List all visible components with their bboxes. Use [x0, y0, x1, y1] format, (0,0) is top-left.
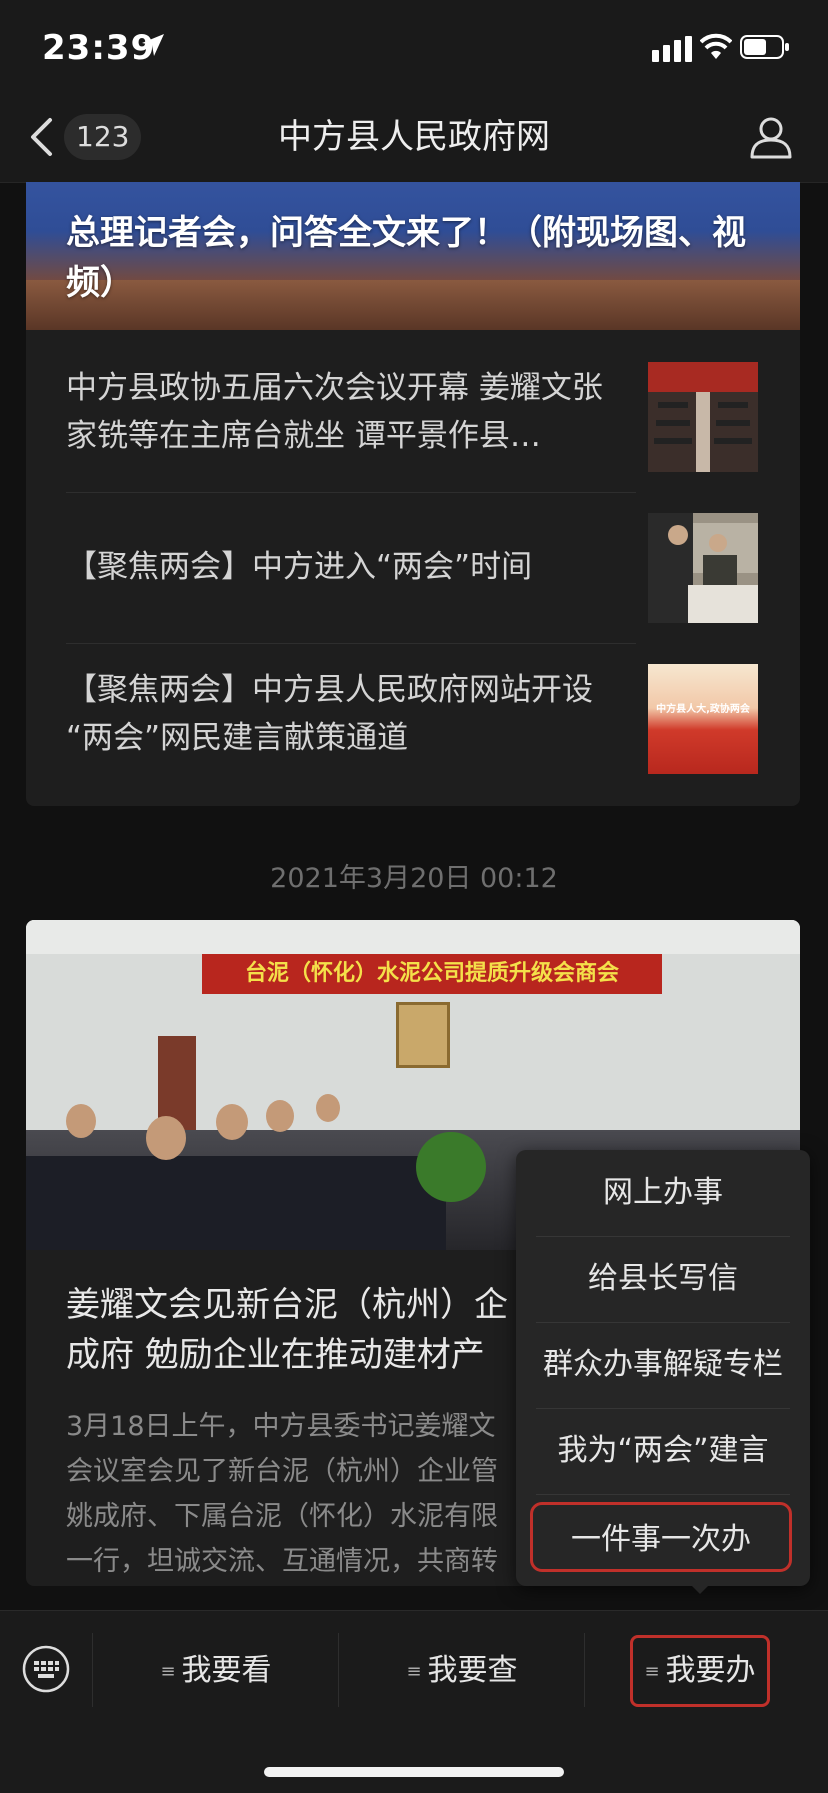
tab-label: 我要办: [665, 1653, 756, 1688]
tab-label: 我要查: [427, 1653, 518, 1688]
tab-divider: [338, 1633, 339, 1707]
user-profile-icon[interactable]: [748, 114, 794, 160]
status-time: 23:39: [42, 28, 156, 68]
tab-divider: [92, 1633, 93, 1707]
menu-lines-icon: ≡: [406, 1660, 422, 1682]
popup-arrow: [690, 1584, 710, 1594]
news-item-title: 【聚焦两会】中方进入“两会”时间: [66, 549, 533, 585]
popup-menu: 网上办事 给县长写信 群众办事解疑专栏 我为“两会”建言 一件事一次办: [516, 1150, 810, 1586]
plant: [416, 1132, 486, 1202]
tab-label: 我要看: [181, 1653, 272, 1688]
news-thumbnail: [648, 362, 758, 472]
tab-services[interactable]: ≡ 我要办: [630, 1635, 770, 1707]
keyboard-toggle-icon[interactable]: [22, 1645, 70, 1693]
news-item[interactable]: 【聚焦两会】中方进入“两会”时间: [26, 493, 800, 643]
meeting-banner: 台泥（怀化）水泥公司提质升级会商会: [202, 954, 662, 994]
menu-item-one-stop-service[interactable]: 一件事一次办: [530, 1502, 792, 1572]
news-item[interactable]: 【聚焦两会】中方县人民政府网站开设 “两会”网民建言献策通道 中方县人大,政协两…: [26, 644, 800, 794]
wifi-icon: [700, 33, 732, 59]
menu-item-suggestions[interactable]: 我为“两会”建言: [516, 1408, 810, 1494]
home-indicator[interactable]: [264, 1767, 564, 1777]
bottom-menu-bar: ≡ 我要看 ≡ 我要查 ≡ 我要办: [0, 1610, 828, 1793]
news-card: 总理记者会，问答全文来了！（附现场图、视频） 中方县政协五届六次会议开幕 姜耀文…: [26, 182, 800, 806]
news-item-title: 【聚焦两会】中方县人民政府网站开设 “两会”网民建言献策通道: [66, 672, 593, 756]
location-arrow-icon: [142, 34, 164, 56]
news-item[interactable]: 中方县政协五届六次会议开幕 姜耀文张家铣等在主席台就坐 谭平景作县…: [26, 342, 800, 492]
status-bar: 23:39: [0, 0, 828, 92]
hero-title[interactable]: 总理记者会，问答全文来了！（附现场图、视频）: [66, 208, 766, 308]
news-thumbnail: 中方县人大,政协两会: [648, 664, 758, 774]
battery-icon: [740, 35, 789, 59]
portrait-frame: [396, 1002, 450, 1068]
thumbnail-caption: 中方县人大,政协两会: [656, 704, 750, 715]
menu-item-online-services[interactable]: 网上办事: [516, 1150, 810, 1236]
menu-item-letter-to-county-head[interactable]: 给县长写信: [516, 1236, 810, 1322]
tab-watch[interactable]: ≡ 我要看: [100, 1635, 332, 1707]
cellular-signal-icon: [652, 36, 692, 62]
date-label: 2021年3月20日 00:12: [270, 863, 558, 894]
menu-lines-icon: ≡: [644, 1660, 660, 1682]
menu-lines-icon: ≡: [160, 1660, 176, 1682]
news-item-title: 中方县政协五届六次会议开幕 姜耀文张家铣等在主席台就坐 谭平景作县…: [66, 370, 603, 454]
page-title: 中方县人民政府网: [278, 117, 550, 157]
menu-divider: [536, 1494, 790, 1495]
tab-divider: [584, 1633, 585, 1707]
tab-search[interactable]: ≡ 我要查: [346, 1635, 578, 1707]
nav-bar: 123 中方县人民政府网: [0, 92, 828, 183]
menu-item-public-faq[interactable]: 群众办事解疑专栏: [516, 1322, 810, 1408]
news-thumbnail: [648, 513, 758, 623]
